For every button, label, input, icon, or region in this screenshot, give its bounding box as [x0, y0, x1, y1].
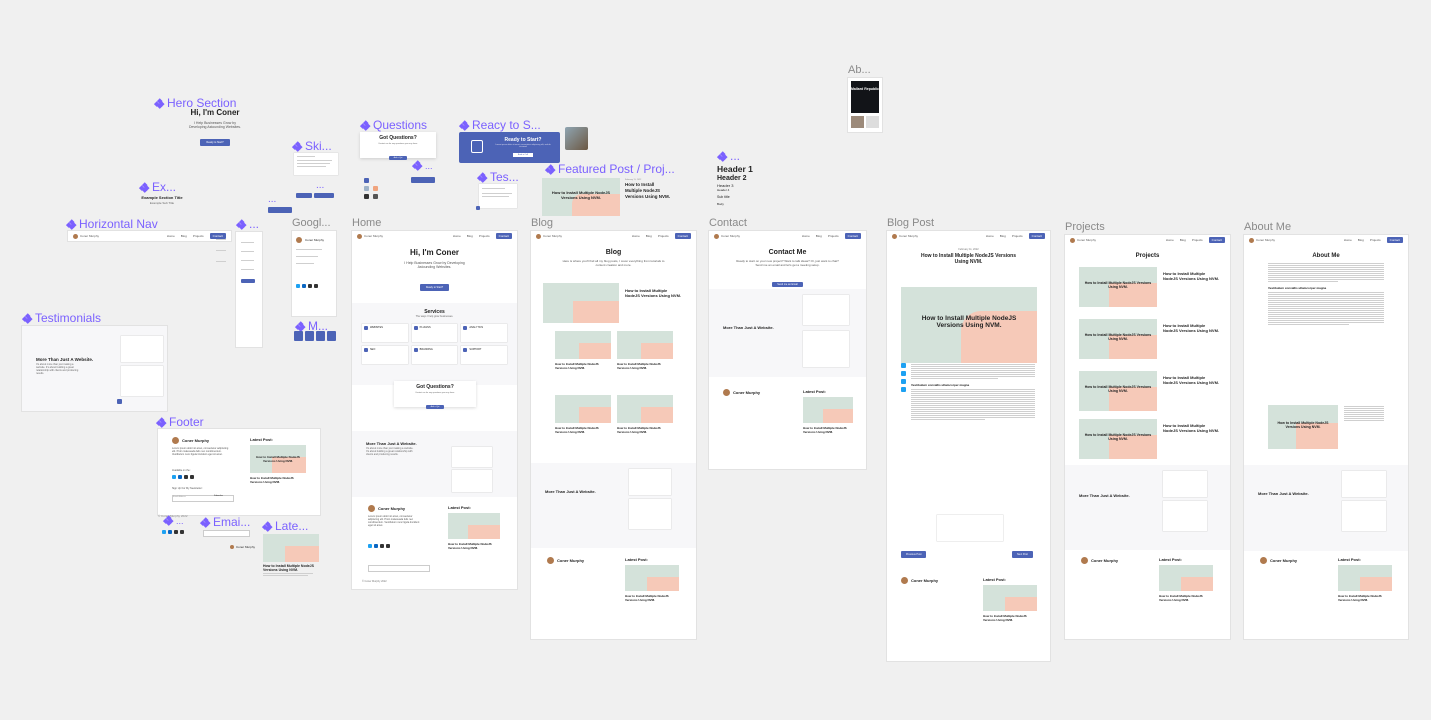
- component-icon: [412, 160, 423, 171]
- label-horizontal-nav[interactable]: Horizontal Nav: [66, 217, 158, 231]
- vertical-nav-list: [216, 238, 226, 263]
- label-vert-nav[interactable]: ...: [236, 217, 259, 231]
- questions-cta[interactable]: Ask a Qst: [388, 156, 408, 160]
- footer-component[interactable]: Coner Murphy Lorem ipsum dolor sit amet,…: [158, 429, 320, 515]
- featured-component[interactable]: How to Install Multiple NodeJS Versions …: [542, 178, 672, 216]
- frame-label-blog-post[interactable]: Blog Post: [887, 217, 934, 229]
- label-tiny1[interactable]: ...: [412, 160, 433, 171]
- component-icon: [22, 313, 33, 324]
- small-button-2[interactable]: [296, 193, 312, 198]
- testimonial-small-card: [479, 184, 517, 208]
- hero-cta-button[interactable]: Ready to Start?: [200, 139, 230, 146]
- about-frame[interactable]: Coner Murphy Home Blog Projects Contact Abou…: [1244, 235, 1408, 639]
- ready-component[interactable]: Ready to Start? Lorem ipsum dolor sit am…: [459, 132, 560, 163]
- component-icon: [139, 182, 150, 193]
- component-icon: [262, 521, 273, 532]
- frame-label-about[interactable]: About Me: [1244, 221, 1291, 233]
- label-email[interactable]: Emai...: [200, 515, 250, 529]
- body-text: Body: [717, 202, 724, 206]
- component-icon: [459, 120, 470, 131]
- frame-label-projects[interactable]: Projects: [1065, 221, 1105, 233]
- frame-label-ab[interactable]: Ab...: [848, 64, 871, 76]
- component-icon: [292, 141, 303, 152]
- ready-title: Ready to Start?: [504, 137, 542, 143]
- label-featured[interactable]: Featured Post / Proj...: [545, 162, 675, 176]
- component-icon: [477, 172, 488, 183]
- small-button[interactable]: [411, 177, 435, 183]
- author-small: Coner Murphy: [230, 545, 255, 549]
- ready-text: Lorem ipsum dolor sit amet, consectetur …: [495, 144, 551, 148]
- profile-photo: [565, 127, 588, 150]
- questions-title: Got Questions?: [379, 135, 417, 141]
- component-icon: [156, 417, 167, 428]
- label-footer[interactable]: Footer: [156, 415, 204, 429]
- social-icons-small: [162, 530, 184, 534]
- hero-component[interactable]: Hi, I'm Coner I Help Businesses Grow by …: [170, 108, 260, 148]
- testimonials-component[interactable]: More Than Just A Website. It's about mor…: [22, 326, 167, 411]
- typography-component[interactable]: Header 1 Header 2 Header 3 Header 4 Sub …: [717, 164, 777, 206]
- ab-thumbnail[interactable]: Mallard Republic: [848, 78, 882, 132]
- google-component[interactable]: Coner Murphy: [292, 231, 336, 316]
- component-icon: [717, 151, 728, 162]
- hero-subtitle: I Help Businesses Grow by Developing Ast…: [188, 121, 242, 129]
- component-icon: [295, 321, 306, 332]
- latest-component[interactable]: How to Install Multiple NodeJS Versions …: [263, 534, 319, 577]
- component-icon: [360, 120, 371, 131]
- horizontal-nav-component[interactable]: Coner Murphy Home Blog Projects Contact: [68, 231, 231, 241]
- ex-component[interactable]: Example Section Title Example Sub Title: [132, 195, 192, 205]
- small-button-4[interactable]: [268, 207, 292, 213]
- skills-card: [294, 153, 338, 175]
- label-testimonials[interactable]: Testimonials: [22, 311, 101, 325]
- header-4: Header 4: [717, 188, 730, 192]
- calendar-icon: [471, 140, 483, 153]
- label-ex[interactable]: Ex...: [139, 180, 176, 194]
- component-icon: [154, 98, 165, 109]
- small-square: [476, 206, 480, 210]
- frame-label-google[interactable]: Googl...: [292, 217, 331, 229]
- questions-component[interactable]: Got Questions? Contact me for any questi…: [360, 132, 436, 160]
- label-skills[interactable]: Ski...: [292, 139, 332, 153]
- blog-frame[interactable]: Coner Murphy Home Blog Projects Contact Blog…: [531, 231, 696, 639]
- component-icon: [163, 515, 174, 526]
- label-ready[interactable]: Reacy to S...: [459, 118, 541, 132]
- blog-post-frame[interactable]: Coner Murphy Home Blog Projects Contact Febr…: [887, 231, 1050, 661]
- header-1: Header 1: [717, 164, 753, 174]
- label-testimonial-small[interactable]: Tes...: [477, 170, 519, 184]
- testimonials-text: It's about more than just making a websi…: [36, 363, 79, 375]
- label-latest[interactable]: Late...: [262, 519, 308, 533]
- ex-sub: Example Sub Title: [149, 201, 175, 205]
- vertical-nav-component[interactable]: [236, 232, 262, 347]
- sub-title: Sub title: [717, 195, 730, 199]
- header-2: Header 2: [717, 175, 747, 182]
- email-component[interactable]: [203, 530, 250, 537]
- ab-hero: Mallard Republic: [851, 81, 879, 113]
- component-icon: [236, 219, 247, 230]
- component-icon: [545, 164, 556, 175]
- projects-frame[interactable]: Coner Murphy Home Blog Projects Contact Proj…: [1065, 235, 1230, 639]
- component-icon: [200, 517, 211, 528]
- small-button-3[interactable]: [314, 193, 334, 198]
- featured-title: How to Install Multiple NodeJS Versions …: [625, 182, 671, 199]
- contact-frame[interactable]: Coner Murphy Home Blog Projects Contact Cont…: [709, 231, 866, 469]
- label-headers[interactable]: ...: [717, 149, 740, 163]
- frame-label-home[interactable]: Home: [352, 217, 381, 229]
- color-swatches: [364, 178, 384, 199]
- m-component[interactable]: [294, 331, 336, 341]
- frame-label-blog[interactable]: Blog: [531, 217, 553, 229]
- featured-image: How to Install Multiple NodeJS Versions …: [542, 178, 620, 216]
- label-tiny2[interactable]: ...: [163, 515, 184, 526]
- component-icon: [66, 219, 77, 230]
- label-questions[interactable]: Questions: [360, 118, 427, 132]
- testimonials-title: More Than Just A Website.: [36, 357, 94, 362]
- home-frame[interactable]: Coner Murphy Home Blog Projects Contact Hi, …: [352, 231, 517, 589]
- ex-title: Example Section Title: [141, 195, 183, 200]
- ready-cta[interactable]: Book a Call: [513, 153, 533, 157]
- frame-label-contact[interactable]: Contact: [709, 217, 747, 229]
- hero-title: Hi, I'm Coner: [190, 108, 240, 117]
- questions-text: Contact me for any questions you may hav…: [378, 143, 418, 145]
- featured-date: February 11, 2022: [625, 179, 642, 181]
